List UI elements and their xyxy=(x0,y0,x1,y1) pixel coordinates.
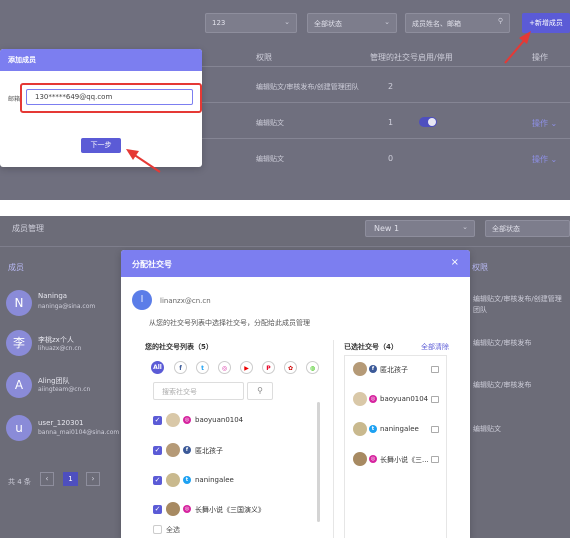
account-avatar xyxy=(353,452,367,466)
facebook-icon[interactable]: f xyxy=(174,361,187,374)
member-email: naninga@sina.com xyxy=(38,303,96,310)
remove-icon[interactable] xyxy=(431,456,439,463)
checkbox-checked[interactable]: ✓ xyxy=(153,446,162,455)
instagram-icon: ◎ xyxy=(183,505,191,513)
instagram-icon: ◎ xyxy=(369,455,377,463)
account-avatar xyxy=(166,473,180,487)
account-avatar xyxy=(166,502,180,516)
group-select-value: New 1 xyxy=(374,224,400,233)
account-name: baoyuan0104 xyxy=(195,416,244,424)
user-email: linanzx@cn.cn xyxy=(160,297,211,305)
arrow-to-add-button xyxy=(504,31,531,64)
member-permission: 编辑贴文 xyxy=(473,425,501,433)
twitter-icon: t xyxy=(183,476,191,484)
member-permission: 编辑贴文/审核发布/创建管理团队 xyxy=(473,295,562,314)
assign-accounts-modal: 分配社交号 × l linanzx@cn.cn 从您的社交号列表中选择社交号，分… xyxy=(121,250,470,538)
member-name: Naninga xyxy=(38,292,68,300)
account-avatar xyxy=(166,443,180,457)
instagram-icon[interactable]: ◎ xyxy=(218,361,231,374)
remove-icon[interactable] xyxy=(431,366,439,373)
account-avatar xyxy=(353,422,367,436)
filter-all-button[interactable]: All xyxy=(151,361,164,374)
member-email: banna_mai0104@sina.com xyxy=(38,429,120,436)
avatar: 李 xyxy=(6,330,32,356)
arrow-to-next-button xyxy=(126,149,161,173)
pinterest-icon[interactable]: P xyxy=(262,361,275,374)
facebook-icon: f xyxy=(183,446,191,454)
select-all-checkbox[interactable] xyxy=(153,525,162,534)
bottom-screenshot: 成员管理 New 1 ⌄ 全部状态 成员 权限 N Naninga naning… xyxy=(0,216,570,538)
avatar: A xyxy=(6,372,32,398)
account-name: 长舞小说《三... xyxy=(380,456,429,464)
checkbox-checked[interactable]: ✓ xyxy=(153,416,162,425)
selected-list-title: 已选社交号（4） xyxy=(344,343,398,351)
remove-icon[interactable] xyxy=(431,426,439,433)
divider xyxy=(0,246,570,247)
selected-accounts-box xyxy=(344,355,447,538)
search-icon: ⚲ xyxy=(257,386,263,395)
separator xyxy=(0,200,570,216)
account-name: 匿北孩子 xyxy=(195,447,223,455)
checkbox-checked[interactable]: ✓ xyxy=(153,505,162,514)
divider xyxy=(333,340,334,538)
modal-header: 分配社交号 × xyxy=(121,250,470,277)
wechat-icon[interactable]: ◍ xyxy=(306,361,319,374)
avatar: u xyxy=(6,415,32,441)
section-title: 成员管理 xyxy=(12,224,44,233)
account-name: naningalee xyxy=(195,476,234,484)
account-avatar xyxy=(353,392,367,406)
remove-icon[interactable] xyxy=(431,396,439,403)
clear-all-link[interactable]: 全部清除 xyxy=(421,342,449,352)
col-permission: 权限 xyxy=(472,263,488,272)
checkbox-checked[interactable]: ✓ xyxy=(153,476,162,485)
scrollbar[interactable] xyxy=(317,402,320,522)
chevron-down-icon: ⌄ xyxy=(462,223,468,231)
group-select[interactable]: New 1 ⌄ xyxy=(365,220,475,237)
member-email: aiingteam@cn.cn xyxy=(38,386,91,393)
account-name: naningalee xyxy=(380,425,419,433)
select-all-label: 全选 xyxy=(166,526,180,534)
member-name: user_120301 xyxy=(38,419,84,427)
weibo-icon[interactable]: ✿ xyxy=(284,361,297,374)
member-name: Aling团队 xyxy=(38,377,70,385)
member-name: 李桃zx个人 xyxy=(38,336,74,344)
facebook-icon: f xyxy=(369,365,377,373)
account-search-input[interactable]: 搜索社交号 xyxy=(153,382,244,400)
prev-page-button[interactable]: ‹ xyxy=(40,472,54,486)
pagination-total: 共 4 条 xyxy=(8,478,31,486)
youtube-icon[interactable]: ▶ xyxy=(240,361,253,374)
col-member: 成员 xyxy=(8,263,24,272)
account-avatar xyxy=(353,362,367,376)
search-button[interactable]: ⚲ xyxy=(247,382,273,400)
status-select[interactable]: 全部状态 xyxy=(485,220,570,237)
member-permission: 编辑贴文/审核发布 xyxy=(473,339,532,347)
member-permission: 编辑贴文/审核发布 xyxy=(473,381,532,389)
instagram-icon: ◎ xyxy=(369,395,377,403)
account-avatar xyxy=(166,413,180,427)
next-page-button[interactable]: › xyxy=(86,472,100,486)
account-name: 匿北孩子 xyxy=(380,366,408,374)
close-icon[interactable]: × xyxy=(451,257,459,268)
annotation-arrows xyxy=(126,31,531,173)
member-email: lihuazx@cn.cn xyxy=(38,345,82,352)
top-screenshot: 123 ⌄ 全部状态 ⌄ 成员姓名、邮箱 ⚲ +新增成员 权限 管理的社交号 启… xyxy=(0,0,570,200)
account-list-title: 您的社交号列表（5） xyxy=(145,343,213,351)
twitter-icon[interactable]: t xyxy=(196,361,209,374)
account-name: baoyuan0104 xyxy=(380,395,429,403)
instruction-text: 从您的社交号列表中选择社交号，分配给此成员管理 xyxy=(149,319,310,327)
user-avatar: l xyxy=(132,290,152,310)
avatar: N xyxy=(6,290,32,316)
modal-title: 分配社交号 xyxy=(132,260,172,269)
page-button-current[interactable]: 1 xyxy=(63,472,78,486)
status-select-value: 全部状态 xyxy=(492,225,520,233)
account-name: 长舞小说《三国演义》 xyxy=(195,506,265,514)
twitter-icon: t xyxy=(369,425,377,433)
instagram-icon: ◎ xyxy=(183,416,191,424)
